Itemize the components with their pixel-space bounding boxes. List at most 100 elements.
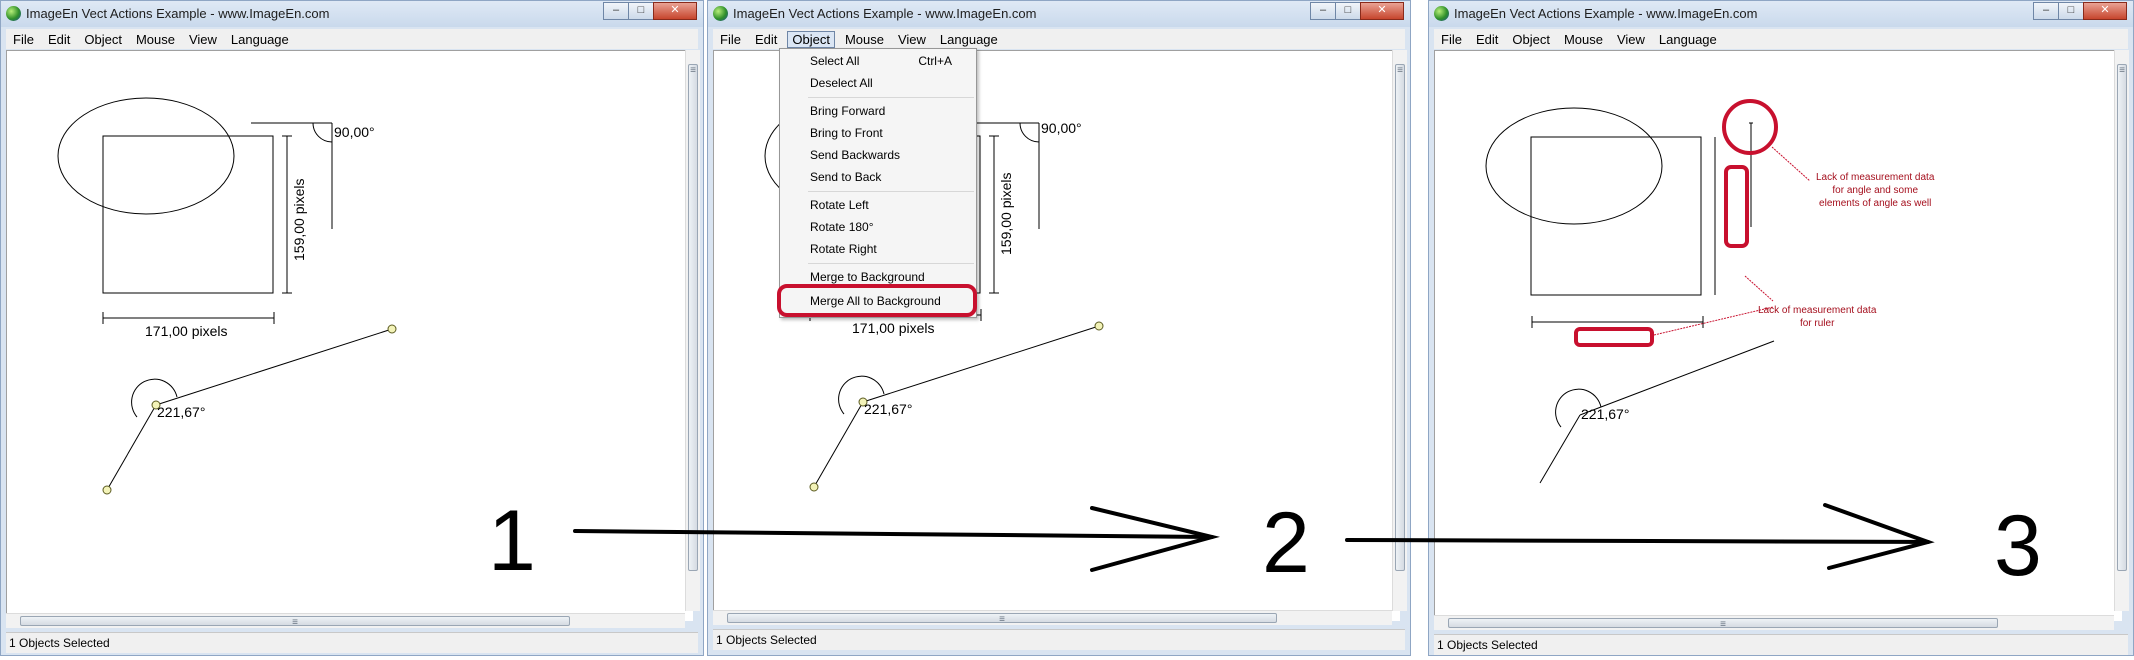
angle-handle[interactable] bbox=[809, 482, 819, 492]
close-button[interactable]: ✕ bbox=[1360, 2, 1404, 20]
menu-item-send-backwards[interactable]: Send Backwards bbox=[780, 145, 976, 165]
app-icon bbox=[1434, 6, 1449, 21]
vertical-scroll-thumb[interactable]: ≡ bbox=[1395, 64, 1405, 571]
menu-view[interactable]: View bbox=[891, 32, 933, 47]
menu-bar: File Edit Object Mouse View Language bbox=[1434, 29, 2128, 49]
maximize-button[interactable]: □ bbox=[628, 2, 654, 20]
angle-handle[interactable] bbox=[102, 485, 112, 495]
shortcut-label: Ctrl+A bbox=[918, 54, 952, 68]
vertical-scrollbar[interactable]: ≡ bbox=[2114, 50, 2129, 611]
horizontal-scroll-thumb[interactable]: ≡ bbox=[1448, 618, 1998, 630]
menu-edit[interactable]: Edit bbox=[748, 32, 784, 47]
horizontal-ruler-label: 171,00 pixels bbox=[852, 320, 935, 336]
menu-item-bring-forward[interactable]: Bring Forward bbox=[780, 101, 976, 121]
step-number-2: 2 bbox=[1262, 495, 1310, 591]
menu-bar: File Edit Object Mouse View Language bbox=[6, 29, 698, 49]
menu-object[interactable]: Object bbox=[77, 32, 129, 47]
minimize-button[interactable]: – bbox=[1310, 2, 1336, 20]
status-bar: 1 Objects Selected bbox=[1434, 634, 2128, 655]
minimize-button[interactable]: – bbox=[2033, 2, 2059, 20]
close-button[interactable]: ✕ bbox=[653, 2, 697, 20]
window-step-1: ImageEn Vect Actions Example - www.Image… bbox=[0, 0, 704, 656]
rectangle-object[interactable] bbox=[102, 135, 274, 294]
vertical-scroll-thumb[interactable]: ≡ bbox=[2117, 64, 2127, 571]
ellipse-object[interactable] bbox=[57, 97, 235, 215]
menu-item-rotate-left[interactable]: Rotate Left bbox=[780, 195, 976, 215]
window-title: ImageEn Vect Actions Example - www.Image… bbox=[1454, 6, 1758, 21]
vertical-ruler-label: 159,00 pixels bbox=[998, 172, 1014, 255]
vertical-ruler-label: 159,00 pixels bbox=[291, 178, 307, 261]
menu-language[interactable]: Language bbox=[1652, 32, 1724, 47]
menu-separator bbox=[808, 263, 974, 264]
angle-line-1[interactable] bbox=[862, 325, 1100, 403]
vertical-scrollbar[interactable]: ≡ bbox=[1392, 50, 1407, 611]
menu-edit[interactable]: Edit bbox=[41, 32, 77, 47]
menu-object[interactable]: Object bbox=[1505, 32, 1557, 47]
menu-item-select-all[interactable]: Select All Ctrl+A bbox=[780, 51, 976, 71]
horizontal-scrollbar[interactable]: ≡ bbox=[1434, 615, 2114, 630]
menu-separator bbox=[808, 97, 974, 98]
menu-item-deselect-all[interactable]: Deselect All bbox=[780, 73, 976, 93]
horizontal-scroll-thumb[interactable]: ≡ bbox=[20, 616, 570, 628]
step-number-3: 3 bbox=[1994, 498, 2042, 594]
menu-file[interactable]: File bbox=[713, 32, 748, 47]
menu-item-merge-to-background[interactable]: Merge to Background bbox=[780, 267, 976, 287]
angle-label-bottom: 221,67° bbox=[1581, 406, 1629, 422]
title-bar[interactable]: ImageEn Vect Actions Example - www.Image… bbox=[1429, 1, 2133, 27]
angle-handle[interactable] bbox=[387, 324, 397, 334]
vertical-scrollbar[interactable]: ≡ bbox=[685, 50, 700, 611]
merged-rectangle bbox=[1530, 136, 1702, 296]
angle-line-2[interactable] bbox=[106, 404, 157, 491]
annotation-ruler: Lack of measurement data for ruler bbox=[1758, 305, 1877, 329]
menu-file[interactable]: File bbox=[6, 32, 41, 47]
highlight-box-vertical-ruler bbox=[1724, 165, 1749, 248]
menu-item-rotate-right[interactable]: Rotate Right bbox=[780, 239, 976, 259]
menu-mouse[interactable]: Mouse bbox=[129, 32, 182, 47]
angle-label-top: 90,00° bbox=[1041, 120, 1082, 136]
angle-line-2[interactable] bbox=[813, 401, 864, 488]
window-title: ImageEn Vect Actions Example - www.Image… bbox=[26, 6, 330, 21]
maximize-button[interactable]: □ bbox=[2058, 2, 2084, 20]
angle-label-top: 90,00° bbox=[334, 124, 375, 140]
menu-object[interactable]: Object bbox=[787, 30, 835, 48]
title-bar[interactable]: ImageEn Vect Actions Example - www.Image… bbox=[1, 1, 703, 27]
menu-language[interactable]: Language bbox=[224, 32, 296, 47]
horizontal-ruler-label: 171,00 pixels bbox=[145, 323, 228, 339]
menu-item-send-to-back[interactable]: Send to Back bbox=[780, 167, 976, 187]
status-bar: 1 Objects Selected bbox=[6, 632, 698, 653]
vertical-scroll-thumb[interactable]: ≡ bbox=[688, 64, 698, 571]
menu-item-rotate-180[interactable]: Rotate 180° bbox=[780, 217, 976, 237]
title-bar[interactable]: ImageEn Vect Actions Example - www.Image… bbox=[708, 1, 1410, 27]
highlight-box-horizontal-ruler bbox=[1574, 327, 1654, 347]
maximize-button[interactable]: □ bbox=[1335, 2, 1361, 20]
image-canvas[interactable]: 90,00° 159,00 pixels 171,00 pixels 221,6… bbox=[6, 50, 693, 621]
app-icon bbox=[6, 6, 21, 21]
angle-label-bottom: 221,67° bbox=[157, 404, 205, 420]
angle-line-1[interactable] bbox=[155, 328, 393, 406]
menu-mouse[interactable]: Mouse bbox=[1557, 32, 1610, 47]
step-number-1: 1 bbox=[488, 493, 536, 589]
menu-view[interactable]: View bbox=[182, 32, 224, 47]
horizontal-scrollbar[interactable]: ≡ bbox=[6, 613, 685, 628]
angle-handle[interactable] bbox=[1094, 321, 1104, 331]
menu-file[interactable]: File bbox=[1434, 32, 1469, 47]
menu-view[interactable]: View bbox=[1610, 32, 1652, 47]
menu-mouse[interactable]: Mouse bbox=[838, 32, 891, 47]
menu-separator bbox=[808, 191, 974, 192]
minimize-button[interactable]: – bbox=[603, 2, 629, 20]
app-icon bbox=[713, 6, 728, 21]
menu-edit[interactable]: Edit bbox=[1469, 32, 1505, 47]
horizontal-scroll-thumb[interactable]: ≡ bbox=[727, 613, 1277, 625]
status-bar: 1 Objects Selected bbox=[713, 629, 1405, 650]
merged-ellipse bbox=[1485, 107, 1663, 225]
merged-angle-line-1 bbox=[1579, 340, 1775, 416]
angle-label-bottom: 221,67° bbox=[864, 401, 912, 417]
menu-item-merge-all-to-background[interactable]: Merge All to Background bbox=[780, 291, 976, 311]
window-title: ImageEn Vect Actions Example - www.Image… bbox=[733, 6, 1037, 21]
menu-language[interactable]: Language bbox=[933, 32, 1005, 47]
vector-drawing: 90,00° 159,00 pixels 171,00 pixels 221,6… bbox=[57, 97, 397, 495]
close-button[interactable]: ✕ bbox=[2083, 2, 2127, 20]
horizontal-scrollbar[interactable]: ≡ bbox=[713, 610, 1392, 625]
menu-bar: File Edit Object Mouse View Language bbox=[713, 29, 1405, 49]
menu-item-bring-to-front[interactable]: Bring to Front bbox=[780, 123, 976, 143]
